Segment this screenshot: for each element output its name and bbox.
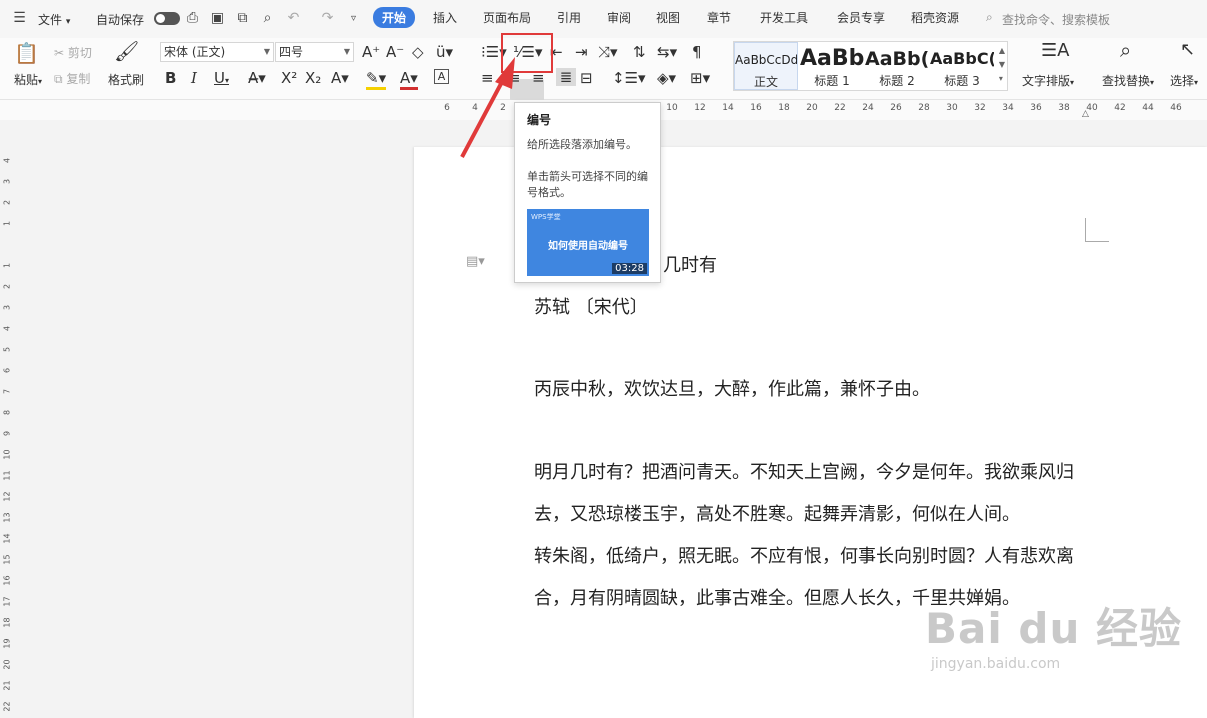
- numbering-highlight-box: [501, 33, 553, 73]
- line-spacing-icon[interactable]: ↕☰▾: [612, 69, 646, 87]
- undo-icon[interactable]: ↶: [286, 11, 301, 26]
- poem-line: 去，又恐琼楼玉宇，高处不胜寒。起舞弄清影，何似在人间。: [534, 504, 1020, 525]
- style-heading-1[interactable]: AaBb 标题 1: [800, 42, 864, 90]
- shading-icon[interactable]: ◈▾: [657, 69, 676, 87]
- poem-preface: 丙辰中秋，欢饮达旦，大醉，作此篇，兼怀子由。: [534, 379, 930, 400]
- tab-section[interactable]: 章节: [707, 9, 731, 26]
- subscript-icon[interactable]: X₂: [305, 69, 321, 87]
- tooltip-hint: 单击箭头可选择不同的编号格式。: [527, 170, 648, 199]
- italic-button[interactable]: I: [191, 69, 197, 87]
- style-normal[interactable]: AaBbCcDd 正文: [734, 42, 798, 90]
- highlight-icon[interactable]: ✎▾: [366, 69, 387, 90]
- vertical-ruler: 4 3 2 1 1 2 3 4 5 6 7 8 9 10 11 12 13 14…: [2, 157, 12, 712]
- watermark-brand: Bai du 经验: [925, 604, 1182, 653]
- poem-title: 几时有: [663, 255, 717, 276]
- tab-view[interactable]: 视图: [656, 9, 680, 26]
- tab-member[interactable]: 会员专享: [837, 9, 885, 26]
- copy-button[interactable]: ⧉ 复制: [54, 70, 90, 87]
- export-pdf-icon[interactable]: ⧉: [235, 11, 250, 26]
- tooltip-description: 给所选段落添加编号。: [527, 138, 637, 151]
- print-preview-icon[interactable]: ⌕: [260, 11, 275, 26]
- find-icon[interactable]: ⌕: [1120, 40, 1131, 60]
- numbering-tooltip: 编号 给所选段落添加编号。 单击箭头可选择不同的编号格式。 WPS学堂 如何使用…: [514, 102, 661, 283]
- select-button[interactable]: 选择▾: [1170, 72, 1198, 89]
- baidu-watermark: Bai du 经验 jingyan.baidu.com: [925, 595, 1182, 672]
- distributed-align-icon[interactable]: ⊟: [580, 69, 593, 87]
- style-heading-3[interactable]: AaBbC( 标题 3: [930, 42, 994, 90]
- video-duration: 03:28: [612, 263, 647, 274]
- paragraph-marks-icon[interactable]: ¶: [692, 43, 702, 61]
- increase-font-size-icon[interactable]: A⁺: [362, 43, 380, 61]
- hamburger-menu-icon[interactable]: ☰: [12, 11, 27, 26]
- strikethrough-icon[interactable]: A̶▾: [248, 69, 266, 87]
- poem-author: 苏轼 〔宋代〕: [534, 297, 648, 318]
- file-menu[interactable]: 文件 ▾: [32, 8, 76, 31]
- tab-insert[interactable]: 插入: [433, 9, 457, 26]
- search-icon: ⌕: [986, 10, 993, 24]
- styles-scroll-icon[interactable]: ▲ ▼ ▾: [999, 44, 1005, 86]
- tutorial-video-thumbnail[interactable]: WPS学堂 如何使用自动编号 03:28: [527, 209, 649, 276]
- paste-icon[interactable]: 📋: [14, 43, 39, 63]
- font-color-icon[interactable]: A▾: [400, 69, 418, 90]
- customize-toolbar-icon[interactable]: ▿: [346, 11, 361, 26]
- watermark-url: jingyan.baidu.com: [931, 656, 1061, 672]
- tab-home[interactable]: 开始: [373, 7, 416, 28]
- sort-icon[interactable]: ⇅: [633, 43, 646, 61]
- character-border-icon[interactable]: A: [434, 69, 449, 84]
- font-size-select[interactable]: 四号 ▼: [275, 42, 354, 62]
- format-painter-button[interactable]: 格式刷: [106, 71, 146, 88]
- underline-button[interactable]: U▾: [214, 69, 229, 90]
- autosave-toggle[interactable]: [154, 12, 180, 25]
- align-left-icon[interactable]: ≡: [481, 69, 494, 87]
- video-title: 如何使用自动编号: [548, 241, 628, 252]
- redo-icon[interactable]: ↷: [320, 11, 335, 26]
- scissors-icon: ✂: [54, 46, 65, 60]
- justify-icon[interactable]: ≣: [556, 68, 576, 86]
- right-indent-marker-icon[interactable]: △: [1082, 109, 1089, 119]
- video-brand: WPS学堂: [531, 213, 561, 221]
- poem-line: 转朱阁，低绮户，照无眠。不应有恨，何事长向别时圆？人有悲欢离: [534, 546, 1074, 567]
- ribbon-toolbar: 📋 粘贴▾ ✂ 剪切 ⧉ 复制 🖌 格式刷 宋体 (正文) ▼ 四号 ▼ A⁺ A⁻…: [0, 38, 1207, 101]
- increase-indent-icon[interactable]: ⇥: [575, 43, 588, 61]
- save-icon[interactable]: ▣: [210, 11, 225, 26]
- copy-icon: ⧉: [54, 72, 63, 86]
- text-layout-icon[interactable]: ☰A: [1041, 42, 1069, 60]
- paste-button[interactable]: 粘贴▾: [8, 71, 48, 88]
- cut-button[interactable]: ✂ 剪切: [54, 44, 92, 61]
- tooltip-title: 编号: [527, 113, 552, 127]
- text-effect-icon[interactable]: A▾: [331, 69, 349, 87]
- styles-gallery: AaBbCcDd 正文 AaBb 标题 1 AaBb( 标题 2 AaBbC( …: [733, 41, 1008, 91]
- style-heading-2[interactable]: AaBb( 标题 2: [865, 42, 929, 90]
- font-name-select[interactable]: 宋体 (正文) ▼: [160, 42, 274, 62]
- text-layout-button[interactable]: 文字排版▾: [1022, 72, 1074, 89]
- text-direction-icon[interactable]: ⇆▾: [657, 43, 677, 61]
- format-painter-icon[interactable]: 🖌: [114, 41, 139, 61]
- poem-line: 明月几时有？把酒问青天。不知天上宫阙，今夕是何年。我欲乘风归: [534, 462, 1074, 483]
- command-search-input[interactable]: 查找命令、搜索模板: [1002, 11, 1110, 28]
- tab-references[interactable]: 引用: [557, 9, 581, 26]
- page-margin-corner: [1085, 218, 1109, 242]
- bold-button[interactable]: B: [165, 69, 176, 87]
- tab-review[interactable]: 审阅: [607, 9, 631, 26]
- decrease-font-size-icon[interactable]: A⁻: [386, 43, 404, 61]
- paragraph-handle-icon[interactable]: ▤▾: [466, 254, 485, 269]
- select-cursor-icon[interactable]: ↖: [1180, 41, 1195, 59]
- menu-bar: ☰ 文件 ▾ 自动保存 ⎙ ▣ ⧉ ⌕ ↶ ↷ ▿ 开始 插入 页面布局 引用 …: [0, 0, 1207, 38]
- clear-format-icon[interactable]: ◇: [412, 43, 424, 61]
- tab-docer[interactable]: 稻壳资源: [911, 9, 959, 26]
- print-icon[interactable]: ⎙: [185, 11, 200, 26]
- tab-developer[interactable]: 开发工具: [760, 9, 808, 26]
- autosave-label: 自动保存: [96, 13, 145, 27]
- find-replace-button[interactable]: 查找替换▾: [1102, 72, 1154, 89]
- borders-icon[interactable]: ⊞▾: [690, 69, 710, 87]
- superscript-icon[interactable]: X²: [281, 69, 297, 87]
- tab-page-layout[interactable]: 页面布局: [483, 9, 531, 26]
- chinese-layout-icon[interactable]: ⤨▾: [598, 43, 618, 61]
- phonetic-guide-icon[interactable]: ü▾: [436, 43, 453, 61]
